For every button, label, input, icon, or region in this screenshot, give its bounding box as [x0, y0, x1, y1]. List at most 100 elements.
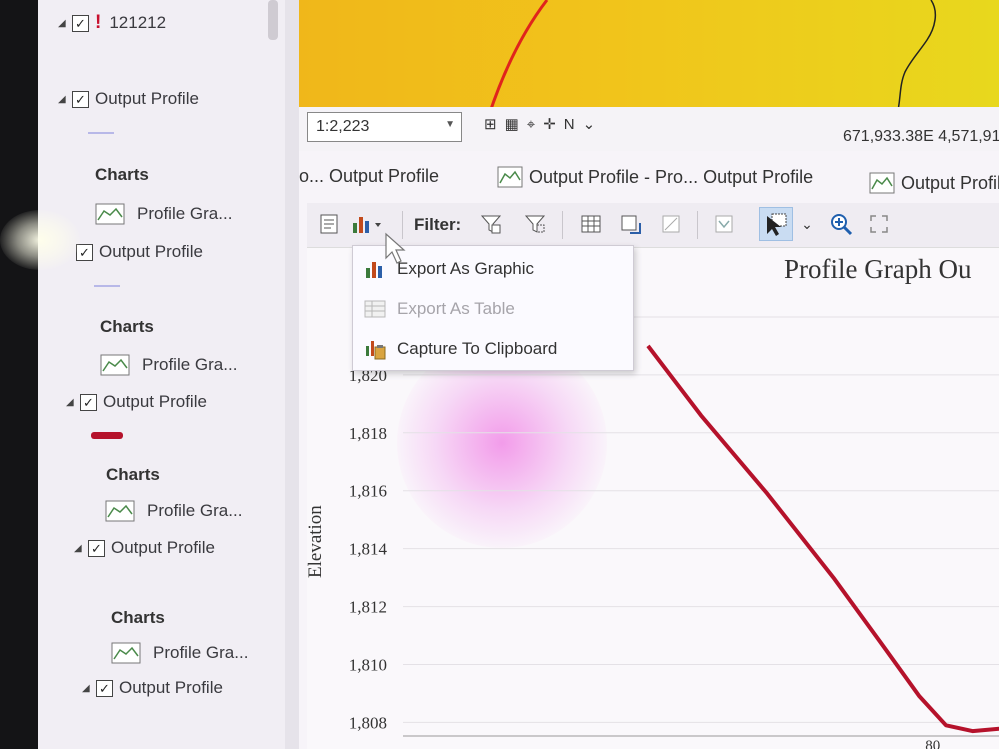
filter-selection-icon[interactable]	[523, 212, 547, 236]
tab-label: Output Profile - Pro... Output Profile	[529, 166, 814, 187]
tab-output-profile-1[interactable]: o... Output Profile	[299, 166, 439, 187]
zoom-to-selection-icon[interactable]	[712, 212, 736, 236]
layer-name: Output Profile	[119, 678, 223, 697]
menu-item-label: Export As Table	[397, 299, 515, 318]
layer-row-output-profile[interactable]: ◢ ✓ Output Profile	[66, 392, 207, 412]
scale-selector[interactable]: 1:2,223 ▼	[307, 112, 462, 142]
line-chart-icon	[95, 203, 125, 225]
layer-checkbox[interactable]: ✓	[72, 90, 89, 108]
line-chart-icon	[100, 354, 130, 376]
chart-item-label: Profile Gra...	[147, 501, 243, 520]
full-extent-icon[interactable]	[867, 212, 891, 236]
y-tick-label: 1,816	[349, 482, 387, 501]
chart-toolbar: Filter: ⌄	[307, 203, 999, 248]
chart-item-label: Profile Gra...	[137, 204, 233, 223]
zoom-in-icon[interactable]	[829, 212, 853, 236]
layer-checkbox[interactable]: ✓	[96, 679, 113, 697]
layer-row-output-profile[interactable]: ◢ ✓ Output Profile	[74, 538, 215, 558]
expand-triangle-icon[interactable]: ◢	[58, 94, 72, 105]
monitor-bezel	[0, 0, 38, 749]
layer-checkbox[interactable]: ✓	[72, 14, 89, 32]
chevron-down-icon[interactable]: ▼	[445, 119, 455, 130]
properties-icon[interactable]	[317, 212, 341, 236]
chart-item-profile-graph[interactable]: Profile Gra...	[100, 354, 237, 376]
chart-tabs: o... Output Profile Output Profile - Pro…	[299, 166, 999, 196]
clear-selection-icon[interactable]	[659, 212, 683, 236]
layer-checkbox[interactable]: ✓	[88, 539, 105, 557]
line-chart-icon	[111, 642, 141, 664]
switch-selection-icon[interactable]	[619, 212, 643, 236]
expand-triangle-icon[interactable]: ◢	[66, 397, 80, 408]
filter-label: Filter:	[414, 215, 462, 234]
add-grid-icon[interactable]: ⊞	[484, 115, 497, 133]
clipboard-capture-icon	[366, 341, 386, 360]
line-chart-icon	[105, 500, 135, 522]
tab-output-profile-3[interactable]: Output Profil	[869, 172, 999, 194]
menu-item-capture-to-clipboard[interactable]: Capture To Clipboard	[353, 330, 633, 368]
select-tool-button[interactable]	[759, 207, 793, 241]
toolbar-separator	[562, 211, 563, 239]
line-chart-icon	[497, 166, 523, 188]
snapping-icon[interactable]: ⌖	[527, 116, 535, 133]
layer-row-output-profile[interactable]: ◢ ✓ Output Profile	[82, 678, 223, 698]
y-tick-label: 1,818	[349, 424, 387, 443]
y-tick-label: 1,808	[349, 713, 387, 732]
line-symbol	[94, 285, 120, 287]
export-chart-button[interactable]	[351, 212, 385, 236]
menu-item-label: Export As Graphic	[397, 259, 535, 278]
mouse-pointer-icon	[385, 232, 406, 264]
layer-name: Output Profile	[95, 89, 199, 108]
line-symbol	[88, 132, 114, 134]
layer-row-121212[interactable]: ◢ ✓ ! 121212	[58, 12, 166, 34]
chart-item-label: Profile Gra...	[142, 355, 238, 374]
profile-series-line[interactable]	[646, 344, 999, 734]
expand-triangle-icon[interactable]: ◢	[74, 543, 88, 554]
warning-icon: !	[95, 12, 102, 33]
light-glare	[0, 210, 80, 270]
line-chart-icon	[869, 172, 895, 194]
contents-pane: ◢ ✓ ! 121212 ◢ ✓ Output Profile Charts P…	[38, 0, 285, 749]
chevron-down-icon[interactable]: ⌄	[583, 115, 596, 133]
chart-item-profile-graph[interactable]: Profile Gra...	[111, 642, 248, 664]
tab-label: o... Output Profile	[299, 166, 440, 186]
x-tick-label: 80	[925, 738, 940, 749]
tab-output-profile-2[interactable]: Output Profile - Pro... Output Profile	[497, 166, 813, 188]
grid-icon[interactable]: ▦	[505, 115, 519, 133]
guides-icon[interactable]: ✛	[543, 115, 556, 133]
chart-item-profile-graph[interactable]: Profile Gra...	[95, 203, 232, 225]
toolbar-separator	[697, 211, 698, 239]
scale-value: 1:2,223	[316, 118, 370, 135]
red-line-symbol	[91, 432, 123, 439]
layer-row-output-profile[interactable]: ✓ Output Profile	[76, 242, 203, 262]
y-tick-label: 1,812	[349, 598, 387, 617]
y-tick-label: 1,814	[349, 540, 388, 559]
cursor-coordinates: 671,933.38E 4,571,91	[843, 128, 999, 145]
charts-heading: Charts	[95, 165, 149, 184]
expand-triangle-icon[interactable]: ◢	[82, 683, 96, 694]
select-cursor-icon	[767, 213, 787, 236]
expand-triangle-icon[interactable]: ◢	[58, 18, 72, 29]
layer-row-output-profile[interactable]: ◢ ✓ Output Profile	[58, 89, 199, 109]
chart-item-profile-graph[interactable]: Profile Gra...	[105, 500, 242, 522]
charts-heading: Charts	[111, 608, 165, 627]
pane-scrollbar-thumb[interactable]	[268, 0, 278, 40]
filter-extent-icon[interactable]	[479, 212, 503, 236]
chevron-down-icon[interactable]: ⌄	[795, 212, 819, 236]
export-table-icon	[364, 300, 386, 318]
layer-name: 121212	[109, 13, 167, 32]
y-tick-label: 1,810	[349, 655, 387, 674]
pane-splitter[interactable]	[285, 0, 299, 749]
tab-label: Output Profil	[901, 172, 999, 193]
layer-name: Output Profile	[99, 242, 203, 261]
chart-item-label: Profile Gra...	[153, 643, 249, 662]
table-icon[interactable]	[579, 212, 603, 236]
map-view[interactable]	[299, 0, 999, 115]
export-chart-icon	[353, 217, 381, 233]
layer-name: Output Profile	[111, 538, 215, 557]
menu-item-label: Capture To Clipboard	[397, 339, 558, 358]
charts-heading: Charts	[106, 465, 160, 484]
layer-checkbox[interactable]: ✓	[80, 393, 97, 411]
menu-item-export-as-table[interactable]: Export As Table	[353, 290, 633, 328]
map-features	[487, 0, 937, 115]
north-arrow-icon[interactable]: N	[564, 116, 575, 133]
